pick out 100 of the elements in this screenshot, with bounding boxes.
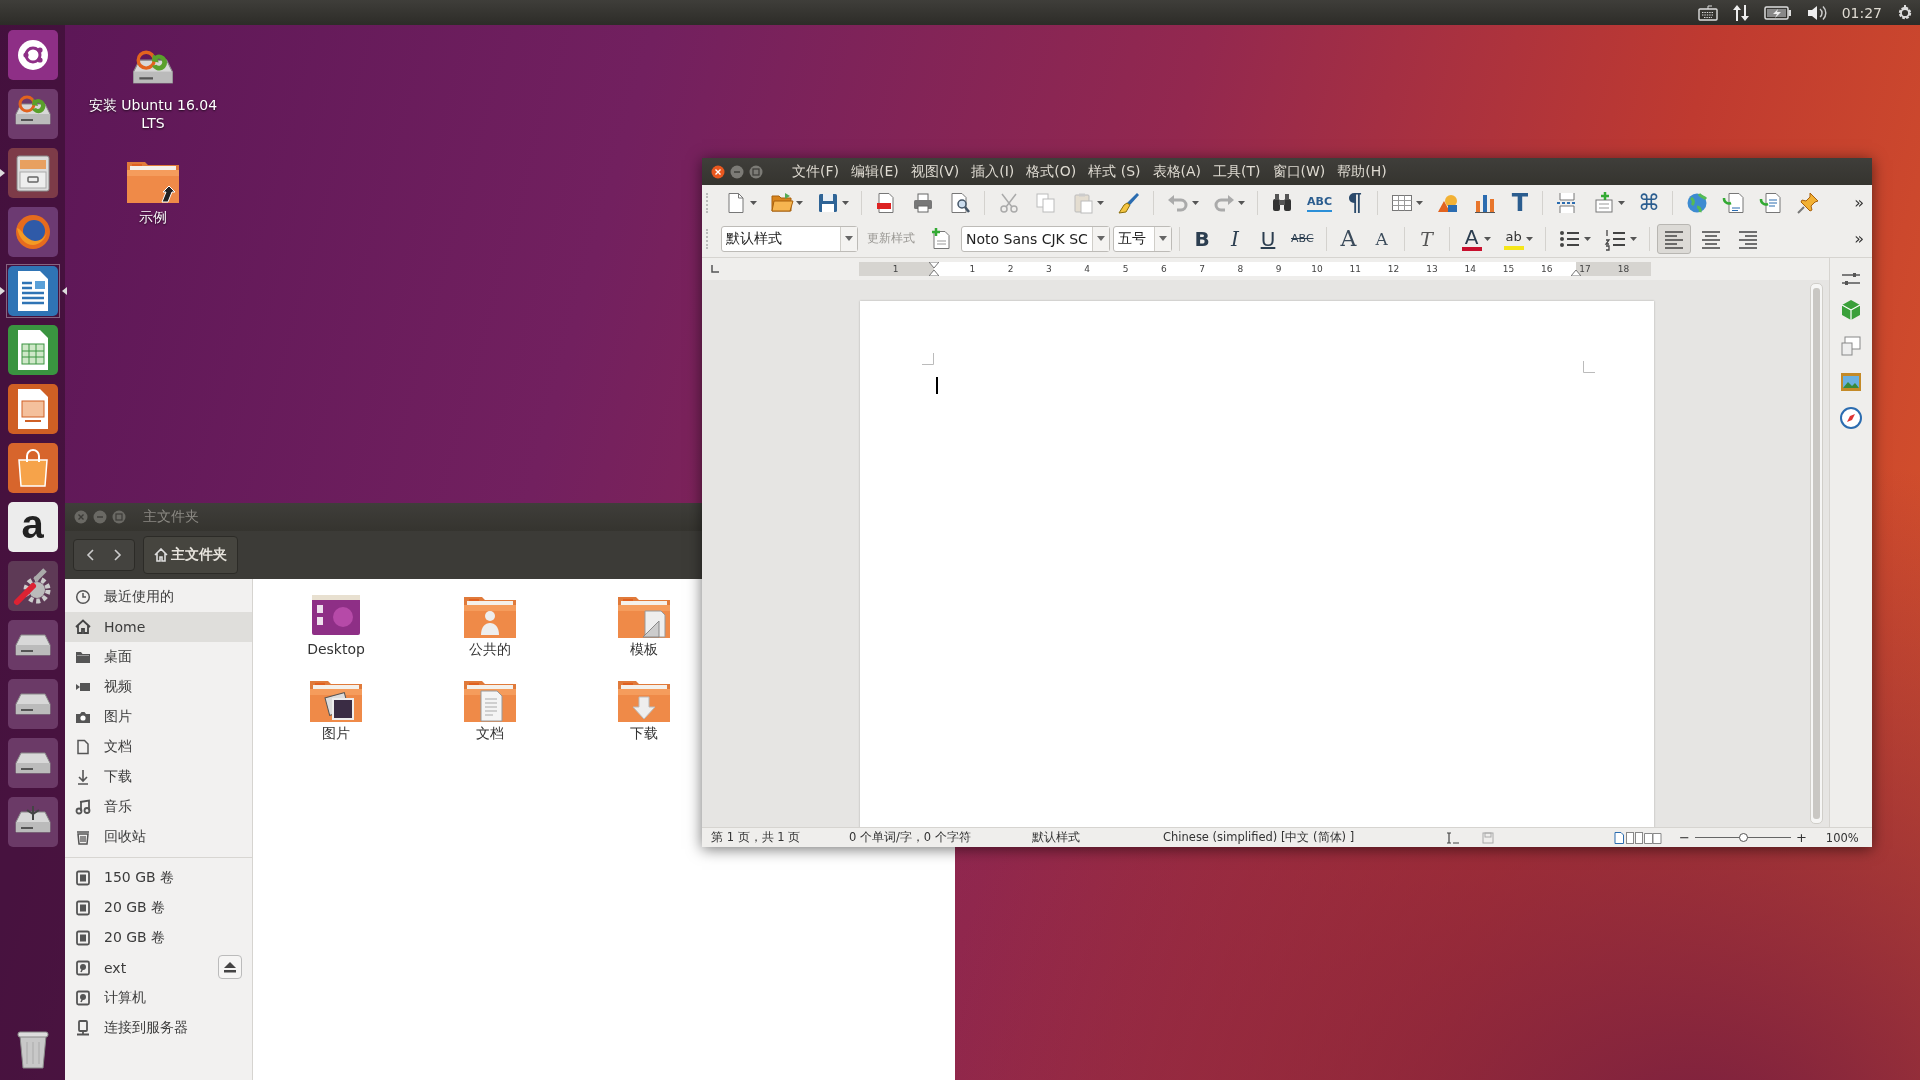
indent-marker-icon[interactable] [929, 262, 939, 276]
sidebar-item[interactable]: 20 GB 卷 [65, 923, 252, 953]
shrink-font-button[interactable]: A [1371, 226, 1392, 251]
volume-icon[interactable] [1805, 3, 1828, 22]
file-name[interactable]: Desktop [307, 641, 365, 657]
clock[interactable]: 01:27 [1841, 4, 1882, 21]
formatting-marks-button[interactable]: ¶ [1345, 190, 1365, 215]
presentation-icon[interactable] [6, 383, 59, 435]
zoom-in-button[interactable]: + [1790, 830, 1812, 845]
special-character-button[interactable]: ⌘ [1638, 190, 1660, 215]
file-name[interactable]: 图片 [322, 725, 350, 743]
dropdown-arrow-icon[interactable] [1629, 236, 1637, 241]
printer-icon[interactable] [911, 190, 935, 215]
dropdown-button[interactable] [1154, 226, 1171, 251]
open-folder-icon[interactable] [770, 190, 794, 215]
menu-item[interactable]: 编辑(E) [851, 162, 899, 181]
shopping-bag-icon[interactable] [6, 442, 59, 494]
font-name-field[interactable]: Noto Sans CJK SC [961, 225, 1110, 252]
dropdown-arrow-icon[interactable] [796, 200, 803, 205]
file-name[interactable]: 公共的 [469, 641, 511, 659]
dropdown-arrow-icon[interactable] [1483, 236, 1491, 241]
dropdown-arrow-icon[interactable] [1097, 200, 1104, 205]
underline-button[interactable]: U [1258, 226, 1278, 251]
transfer-arrows-icon[interactable] [1731, 3, 1750, 22]
menu-item[interactable]: 视图(V) [910, 162, 960, 181]
icon-label[interactable]: 安装 Ubuntu 16.04 LTS [88, 96, 218, 132]
minimize-button[interactable] [730, 164, 744, 179]
file-name[interactable]: 下载 [630, 725, 658, 743]
overflow-button[interactable]: » [1854, 229, 1864, 248]
new-style-icon[interactable] [929, 226, 953, 251]
font-color-button[interactable]: A [1461, 226, 1482, 251]
drive-icon[interactable] [6, 619, 59, 671]
sidebar-item[interactable]: Home [65, 612, 252, 642]
align-left-button[interactable] [1656, 223, 1691, 254]
sidebar-item[interactable]: ext [65, 953, 252, 983]
scrollbar[interactable] [1810, 283, 1823, 824]
sidebar-item[interactable]: 下载 [65, 762, 252, 792]
menu-item[interactable]: 格式(O) [1026, 162, 1077, 181]
dropdown-arrow-icon[interactable] [1525, 236, 1533, 241]
dropdown-arrow-icon[interactable] [842, 200, 849, 205]
sidebar-item[interactable]: 连接到服务器 [65, 1013, 252, 1043]
spellcheck-button[interactable]: ABC [1307, 193, 1332, 212]
input-field[interactable]: Noto Sans CJK SC [962, 226, 1092, 251]
highlight-button[interactable]: ab [1503, 227, 1524, 250]
styles-icon[interactable] [1839, 298, 1863, 322]
browser-icon[interactable] [6, 206, 59, 258]
settings-icon[interactable] [1896, 3, 1914, 22]
italic-button[interactable]: I [1225, 226, 1245, 251]
slider-thumb[interactable] [1738, 833, 1748, 842]
file-name[interactable]: 文档 [476, 725, 504, 743]
text-box-button[interactable]: T [1510, 190, 1530, 215]
sidebar-item[interactable]: 回收站 [65, 822, 252, 852]
sidebar-item[interactable]: 150 GB 卷 [65, 863, 252, 893]
sliders-icon[interactable] [1841, 272, 1861, 286]
footnote-icon[interactable] [1722, 190, 1746, 215]
sidebar-item[interactable]: 文档 [65, 732, 252, 762]
sidebar-item[interactable]: 图片 [65, 702, 252, 732]
menu-item[interactable]: 文件(F) [792, 162, 839, 181]
menu-item[interactable]: 工具(T) [1213, 162, 1261, 181]
dropdown-arrow-icon[interactable] [1192, 200, 1199, 205]
drive-icon[interactable] [6, 796, 59, 848]
font-size-field[interactable]: 五号 [1113, 225, 1172, 252]
sidebar-item[interactable]: 桌面 [65, 642, 252, 672]
menu-item[interactable]: 窗口(W) [1272, 162, 1326, 181]
paragraph-style-field[interactable]: 默认样式 [721, 225, 858, 252]
dropdown-button[interactable] [840, 226, 857, 251]
store-launcher-button[interactable]: a [7, 502, 58, 552]
file-name[interactable]: 模板 [630, 641, 658, 659]
dropdown-arrow-icon[interactable] [1416, 200, 1423, 205]
input-field[interactable]: 默认样式 [722, 226, 840, 251]
drive-install-icon[interactable] [6, 88, 59, 140]
close-button[interactable] [711, 164, 725, 179]
menu-item[interactable]: 帮助(H) [1337, 162, 1387, 181]
launcher-logo-icon[interactable] [6, 29, 59, 81]
menu-item[interactable]: 样式 (S) [1088, 162, 1141, 181]
overflow-button[interactable]: » [1854, 193, 1864, 212]
dropdown-arrow-icon[interactable] [1618, 200, 1625, 205]
zoom-out-button[interactable]: − [1674, 830, 1695, 845]
sidebar-item[interactable]: 最近使用的 [65, 582, 252, 612]
sidebar-item[interactable]: 音乐 [65, 792, 252, 822]
dropdown-arrow-icon[interactable] [1583, 236, 1591, 241]
file-cabinet-icon[interactable] [6, 147, 59, 199]
single-page-view-icon[interactable] [1614, 831, 1624, 844]
page-magnifier-icon[interactable] [948, 190, 972, 215]
settings-icon[interactable] [6, 560, 59, 612]
document-icon[interactable] [6, 265, 59, 317]
globe-link-icon[interactable] [1685, 190, 1709, 215]
dropdown-arrow-icon[interactable] [1238, 200, 1245, 205]
drive-icon[interactable] [6, 678, 59, 730]
input-field[interactable]: 五号 [1114, 226, 1154, 251]
spreadsheet-icon[interactable] [6, 324, 59, 376]
insert-field-icon[interactable] [1592, 190, 1616, 215]
sidebar-item[interactable]: 20 GB 卷 [65, 893, 252, 923]
comment-icon[interactable] [1759, 190, 1783, 215]
tab-stop-icon[interactable] [711, 265, 719, 273]
dropdown-arrow-icon[interactable] [750, 200, 757, 205]
compass-icon[interactable] [1839, 406, 1863, 430]
picture-frame-icon[interactable] [1839, 370, 1863, 394]
grow-font-button[interactable]: A [1338, 226, 1359, 251]
paintbrush-icon[interactable] [1117, 190, 1141, 215]
